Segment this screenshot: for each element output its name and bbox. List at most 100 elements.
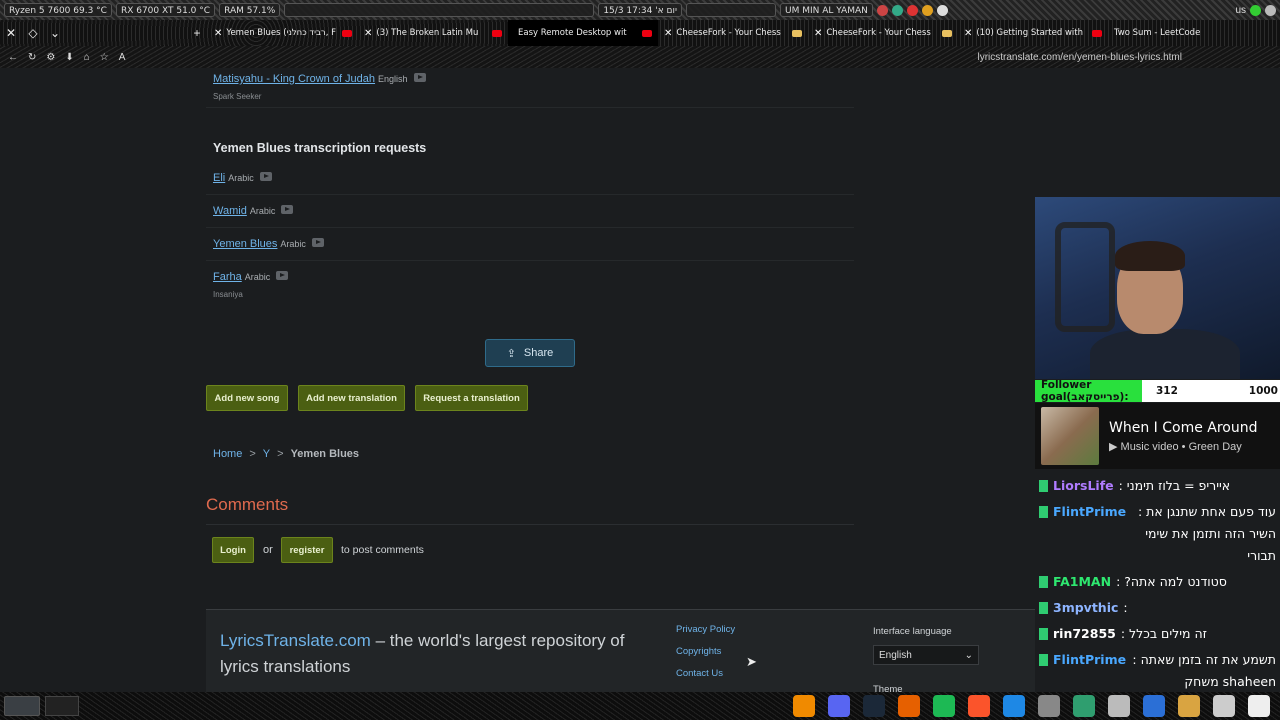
- tab[interactable]: ✕ (10) Getting Started with: [958, 20, 1108, 46]
- video-icon[interactable]: [259, 172, 272, 182]
- language-label: English: [378, 74, 408, 84]
- play-icon: ▶: [1109, 440, 1118, 453]
- song-link[interactable]: Wamid: [213, 205, 247, 217]
- breadcrumb-separator: >: [249, 448, 256, 460]
- system-widget: [284, 3, 595, 17]
- breadcrumb-letter[interactable]: Y: [263, 448, 270, 460]
- copyrights-link[interactable]: Copyrights: [676, 646, 735, 657]
- translate-icon[interactable]: A: [119, 52, 126, 63]
- close-window-icon[interactable]: ✕: [0, 26, 22, 40]
- workspace-1[interactable]: [4, 696, 40, 716]
- login-button[interactable]: Login: [212, 537, 254, 563]
- youtube-icon: [1092, 29, 1102, 37]
- video-icon[interactable]: [281, 205, 294, 215]
- interface-language-label: Interface language: [873, 626, 952, 637]
- tab[interactable]: ✕ CheeseFork - Your Chess: [658, 20, 808, 46]
- extension-icon[interactable]: ⌂: [84, 52, 90, 63]
- register-button[interactable]: register: [281, 537, 333, 563]
- chat-message: rin72855 זה מילים בכלל :: [1035, 621, 1280, 647]
- chat-message: LiorsLife אייריפ = בלוז תימני :: [1035, 473, 1280, 499]
- tab[interactable]: ✕ Yemen Blues (רביד כחלני, F: [208, 20, 358, 46]
- settings-icon[interactable]: ⚙: [46, 52, 55, 63]
- app-icon[interactable]: [1248, 695, 1270, 717]
- tab-title: CheeseFork - Your Chess: [676, 28, 781, 38]
- steam-icon[interactable]: [863, 695, 885, 717]
- list-item: Matisyahu - King Crown of Judah English S…: [206, 68, 854, 108]
- close-icon[interactable]: ✕: [664, 28, 672, 39]
- chat-nick: rin72855: [1053, 626, 1116, 641]
- tray-icon[interactable]: [906, 4, 918, 16]
- workspace-2[interactable]: [45, 696, 79, 716]
- interface-language-select[interactable]: English ⌄: [873, 645, 979, 665]
- network-icon[interactable]: [1250, 4, 1261, 16]
- song-meta: Music video • Green Day: [1120, 440, 1242, 453]
- url-field[interactable]: lyricstranslate.com/en/yemen-blues-lyric…: [977, 52, 1182, 63]
- brand-link[interactable]: LyricsTranslate.com: [220, 631, 371, 650]
- close-icon[interactable]: ✕: [814, 28, 822, 39]
- chat-nick: FA1MAN: [1053, 574, 1112, 589]
- share-button[interactable]: ⇪ Share: [485, 339, 575, 367]
- system-status-bar: Ryzen 5 7600 69.3 °C RX 6700 XT 51.0 °C …: [0, 0, 1280, 20]
- add-song-button[interactable]: Add new song: [206, 385, 288, 411]
- video-icon[interactable]: [413, 73, 426, 83]
- close-icon[interactable]: ✕: [964, 28, 972, 39]
- person-body: [1090, 329, 1240, 379]
- terminal-icon[interactable]: [1213, 695, 1235, 717]
- tab-menu-icon[interactable]: ◇: [22, 26, 44, 40]
- follower-goal-bar: Follower goal(פרייסקאב): 312 1000: [1035, 379, 1280, 403]
- video-icon[interactable]: [311, 238, 324, 248]
- cpu-monitor: Ryzen 5 7600 69.3 °C: [4, 3, 112, 17]
- add-translation-button[interactable]: Add new translation: [298, 385, 405, 411]
- close-icon[interactable]: ✕: [214, 28, 222, 39]
- now-playing[interactable]: UM MIN AL YAMAN: [780, 3, 873, 17]
- song-link[interactable]: Farha: [213, 271, 242, 283]
- request-translation-button[interactable]: Request a translation: [415, 385, 528, 411]
- video-icon[interactable]: [276, 271, 289, 281]
- app-icon[interactable]: [1178, 695, 1200, 717]
- cheesefork-icon: [792, 29, 802, 37]
- vlc-icon[interactable]: [793, 695, 815, 717]
- back-icon[interactable]: ←: [8, 52, 18, 63]
- spotify-icon[interactable]: [933, 695, 955, 717]
- browser-icon[interactable]: [1003, 695, 1025, 717]
- song-title: When I Come Around: [1109, 419, 1258, 436]
- contact-us-link[interactable]: Contact Us: [676, 668, 735, 679]
- keyboard-layout[interactable]: us: [1235, 5, 1246, 16]
- clock[interactable]: 15/3 יום א' 17:34: [598, 3, 682, 17]
- tab-active[interactable]: Easy Remote Desktop wit: [508, 20, 658, 46]
- privacy-policy-link[interactable]: Privacy Policy: [676, 624, 735, 635]
- tab[interactable]: Two Sum - LeetCode: [1108, 20, 1218, 46]
- song-link[interactable]: Yemen Blues: [213, 238, 277, 250]
- language-label: Arabic: [249, 206, 276, 216]
- tab[interactable]: ✕ CheeseFork - Your Chess: [808, 20, 958, 46]
- store-icon[interactable]: [1143, 695, 1165, 717]
- breadcrumb-home[interactable]: Home: [213, 448, 242, 460]
- tab[interactable]: ✕ (3) The Broken Latin Mu: [358, 20, 508, 46]
- tab-list-icon[interactable]: ⌄: [44, 26, 66, 40]
- tray-icon[interactable]: [891, 4, 903, 16]
- tray-icon[interactable]: [876, 4, 888, 16]
- firefox-icon[interactable]: [898, 695, 920, 717]
- download-icon[interactable]: ⬇: [65, 52, 73, 63]
- goal-current: 312: [1156, 385, 1178, 397]
- close-icon[interactable]: ✕: [364, 28, 372, 39]
- chair-shape: [1055, 222, 1115, 332]
- song-link[interactable]: Eli: [213, 172, 225, 184]
- new-tab-icon[interactable]: +: [186, 26, 208, 40]
- chat-nick: 3mpvthic: [1053, 600, 1119, 615]
- divider: [206, 524, 854, 525]
- discord-icon[interactable]: [828, 695, 850, 717]
- tab-title: Two Sum - LeetCode: [1114, 28, 1201, 38]
- power-icon[interactable]: [1265, 4, 1276, 16]
- brave-icon[interactable]: [968, 695, 990, 717]
- layers-icon[interactable]: [1073, 695, 1095, 717]
- tray-icon[interactable]: [936, 4, 948, 16]
- person-hair: [1115, 241, 1185, 271]
- reload-icon[interactable]: ↻: [28, 52, 36, 63]
- files-icon[interactable]: [1108, 695, 1130, 717]
- related-songs-list: Matisyahu - King Crown of Judah English S…: [206, 68, 854, 108]
- tray-icon[interactable]: [921, 4, 933, 16]
- bookmark-icon[interactable]: ☆: [100, 52, 109, 63]
- song-link[interactable]: Matisyahu - King Crown of Judah: [213, 73, 375, 85]
- app-icon[interactable]: [1038, 695, 1060, 717]
